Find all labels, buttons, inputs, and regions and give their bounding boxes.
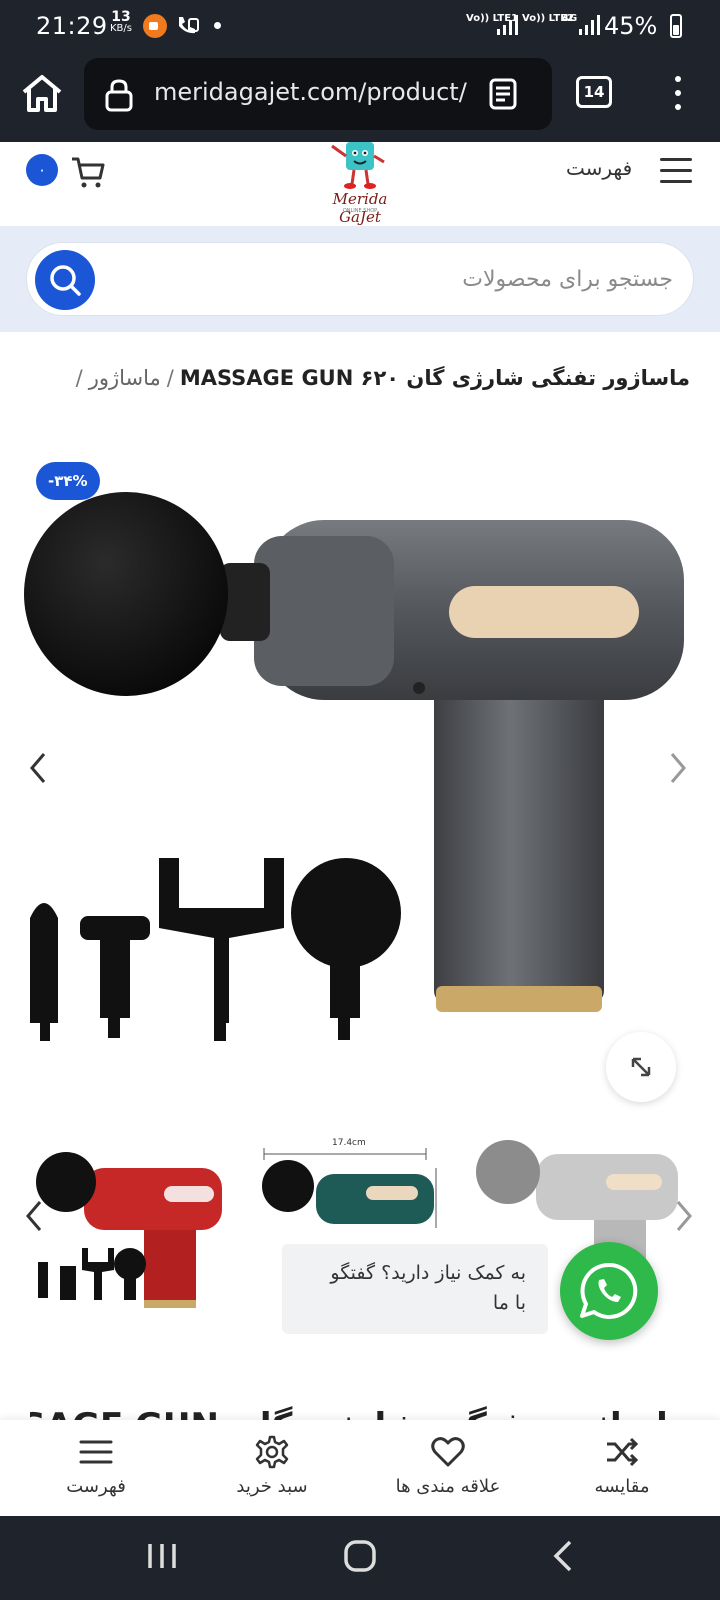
status-time: 21:29	[36, 12, 108, 40]
heart-icon	[431, 1437, 465, 1467]
discount-badge: -۳۴%	[36, 462, 100, 500]
notification-dot-icon	[214, 22, 221, 29]
cart-icon[interactable]	[70, 154, 106, 190]
logo-subtext: ONLINE SHOP	[342, 208, 378, 214]
back-icon[interactable]	[544, 1536, 584, 1576]
sim2-tech: 4G	[562, 13, 578, 24]
nav-compare[interactable]: مقایسه	[542, 1420, 702, 1516]
chevron-right-icon[interactable]	[664, 748, 692, 788]
shuffle-icon	[607, 1437, 639, 1467]
zoom-button[interactable]	[606, 1032, 676, 1102]
screen-record-icon	[143, 14, 167, 38]
tab-switcher-button[interactable]: 14	[576, 76, 612, 108]
search-input[interactable]	[117, 243, 673, 315]
nav-compare-label: مقایسه	[594, 1476, 650, 1497]
mascot-icon	[331, 142, 385, 189]
whatsapp-icon	[580, 1262, 638, 1319]
search-section	[0, 226, 720, 332]
signal-icon	[497, 15, 518, 35]
chat-prompt-line2: با ما	[492, 1292, 526, 1314]
home-nav-icon[interactable]	[340, 1536, 380, 1576]
home-icon[interactable]	[18, 70, 66, 118]
gear-icon	[255, 1435, 289, 1469]
menu-label[interactable]: فهرست	[566, 156, 632, 180]
nav-wishlist-label: علاقه مندی ها	[395, 1476, 501, 1497]
breadcrumb-separator: /	[75, 366, 83, 390]
recent-apps-icon[interactable]	[142, 1536, 182, 1576]
more-options-icon[interactable]	[666, 76, 690, 116]
signal-icon	[579, 15, 600, 35]
network-speed: 13 KB/s	[110, 9, 132, 34]
product-image-gallery[interactable]: -۳۴%	[24, 448, 696, 1108]
browser-toolbar: meridagajet.com/product/ 14	[0, 52, 720, 142]
battery-percent: 45%	[604, 12, 658, 40]
breadcrumb-current: ماساژور تفنگی شارژی گان MASSAGE GUN ۶۲۰	[179, 366, 690, 390]
battery-icon	[670, 14, 682, 38]
chevron-left-icon[interactable]	[20, 1196, 48, 1236]
search-icon	[50, 265, 81, 296]
network-speed-value: 13	[111, 9, 131, 25]
menu-icon[interactable]	[660, 158, 692, 184]
breadcrumb-category-link[interactable]: ماساژور	[89, 366, 161, 390]
nav-menu[interactable]: فهرست	[16, 1420, 176, 1516]
site-header: ۰ Merida GaJet ONLINE SHOP فهرست	[0, 142, 720, 226]
chevron-left-icon[interactable]	[24, 748, 52, 788]
network-speed-unit: KB/s	[110, 23, 132, 34]
breadcrumb: ماساژور تفنگی شارژی گان MASSAGE GUN ۶۲۰/…	[30, 366, 690, 406]
nav-cart-label: سبد خرید	[236, 1476, 308, 1497]
cart-count-badge[interactable]: ۰	[26, 154, 58, 186]
nav-wishlist[interactable]: علاقه مندی ها	[368, 1420, 528, 1516]
address-bar[interactable]: meridagajet.com/product/	[84, 58, 552, 130]
product-image	[24, 492, 684, 1041]
site-logo[interactable]: Merida GaJet ONLINE SHOP	[310, 140, 410, 226]
search-button[interactable]	[35, 250, 95, 310]
nav-cart[interactable]: سبد خرید	[192, 1420, 352, 1516]
thumbnail-red[interactable]	[24, 1138, 234, 1328]
chevron-right-icon[interactable]	[670, 1196, 698, 1236]
call-forward-icon	[179, 17, 199, 34]
nav-menu-label: فهرست	[66, 1476, 126, 1497]
whatsapp-button[interactable]	[560, 1242, 658, 1340]
lock-icon	[105, 79, 133, 112]
bottom-navigation: مقایسه علاقه مندی ها سبد خرید فهرست	[0, 1420, 720, 1516]
status-bar: 21:29 13 KB/s Vo)) LTE1 Vo)) LTE2 4G 45%	[0, 0, 720, 52]
menu-icon	[79, 1440, 113, 1464]
breadcrumb-separator: /	[166, 366, 174, 390]
reader-mode-icon[interactable]	[488, 78, 518, 110]
system-navigation-bar	[0, 1516, 720, 1600]
chat-prompt[interactable]: به کمک نیاز دارید؟ گفتگو با ما	[282, 1244, 548, 1334]
search-field	[26, 242, 694, 316]
chat-prompt-line1: به کمک نیاز دارید؟ گفتگو	[330, 1262, 526, 1284]
thumbnail-image	[36, 1152, 222, 1308]
thumbnail-dimension-label: 17.4cm	[332, 1138, 366, 1148]
url-text[interactable]: meridagajet.com/product/	[154, 78, 472, 106]
expand-icon	[631, 1057, 651, 1077]
